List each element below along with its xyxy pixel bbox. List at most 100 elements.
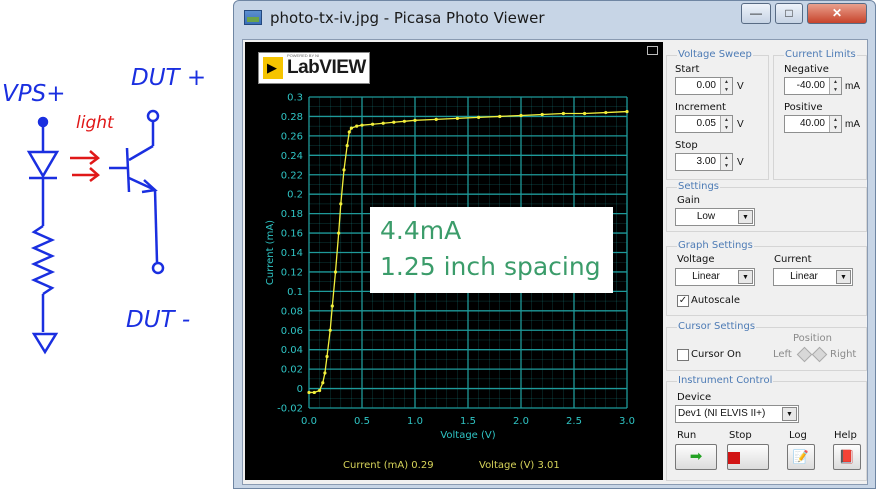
y-tick-label: 0.18 (281, 209, 303, 220)
data-point (477, 115, 481, 120)
stop-button[interactable] (727, 444, 769, 470)
data-point (339, 202, 343, 206)
y-tick-label: 0.14 (281, 248, 303, 259)
cursor-on-checkbox[interactable] (677, 349, 689, 361)
light-label: light (76, 113, 115, 133)
data-point (360, 123, 364, 127)
graph-resize-icon[interactable] (647, 46, 658, 55)
light-arrows (70, 150, 100, 182)
positive-spinner[interactable]: ▲ ▼ (829, 116, 841, 132)
y-tick-label: 0.06 (281, 326, 303, 337)
cursor-settings-group: Cursor Settings Cursor On Position Left … (666, 321, 867, 371)
autoscale-checkbox[interactable]: ✓ (677, 295, 689, 307)
data-point (337, 231, 341, 235)
device-label: Device (677, 392, 712, 403)
close-button[interactable]: ✕ (807, 3, 867, 24)
data-point (321, 381, 325, 385)
start-spinner[interactable]: ▲ ▼ (720, 78, 732, 94)
hand-drawn-schematic: VPS+ light DUT + DUT - (2, 65, 206, 355)
run-button[interactable]: ➡ (675, 444, 717, 470)
data-point (349, 126, 353, 130)
chevron-down-icon[interactable]: ▼ (738, 210, 753, 224)
annotation-box: 4.4mA 1.25 inch spacing (370, 207, 613, 293)
y-tick-label: 0.12 (281, 267, 303, 278)
negative-unit: mA (845, 81, 860, 92)
data-point (312, 390, 316, 395)
labview-logo-text: LabVIEW (287, 57, 366, 78)
data-point (355, 124, 359, 128)
data-point (333, 270, 338, 274)
x-tick-label: 1.0 (407, 416, 423, 427)
chevron-down-icon[interactable]: ▼ (836, 270, 851, 284)
y-tick-label: 0.16 (281, 229, 303, 240)
minimize-button[interactable]: — (741, 3, 771, 24)
negative-spinner[interactable]: ▲ ▼ (829, 78, 841, 94)
cursor-right-button[interactable] (811, 346, 828, 363)
data-point (347, 130, 351, 134)
data-point (583, 111, 587, 116)
stop-label: Stop (729, 430, 752, 441)
run-label: Run (677, 430, 697, 441)
y-axis-label: Current (mA) (265, 220, 276, 285)
window-title: photo-tx-iv.jpg - Picasa Photo Viewer (270, 9, 545, 27)
cursor-left-button[interactable] (796, 346, 813, 363)
maximize-button[interactable]: □ (775, 3, 803, 24)
increment-spinner[interactable]: ▲ ▼ (720, 116, 732, 132)
cursor-current-readout: Current (mA) 0.29 (343, 460, 434, 471)
start-voltage-field[interactable]: 0.00 ▲ ▼ (675, 77, 733, 95)
help-label: Help (834, 430, 857, 441)
start-unit: V (737, 81, 744, 92)
labview-logo: POWERED BY NI LabVIEW (258, 52, 370, 84)
cursor-voltage-readout: Voltage (V) 3.01 (479, 460, 560, 471)
stop-spinner[interactable]: ▲ ▼ (720, 154, 732, 170)
picasa-photo-viewer-window: photo-tx-iv.jpg - Picasa Photo Viewer — … (233, 0, 876, 489)
log-button[interactable]: 📝 (787, 444, 815, 470)
data-point (381, 121, 385, 125)
gain-dropdown[interactable]: Low ▼ (675, 208, 755, 226)
current-scale-label: Current (774, 254, 812, 265)
voltage-scale-label: Voltage (677, 254, 715, 265)
voltage-sweep-group: Voltage Sweep Start 0.00 ▲ ▼ V Increment 0… (666, 49, 769, 180)
data-point (604, 110, 608, 115)
y-tick-label: 0.08 (281, 306, 303, 317)
instrument-control-group: Instrument Control Device Dev1 (NI ELVIS… (666, 375, 867, 481)
y-tick-label: 0.28 (281, 112, 303, 123)
y-tick-label: 0.3 (287, 93, 303, 104)
data-point (345, 143, 349, 148)
gain-label: Gain (677, 195, 700, 206)
picasa-app-icon (244, 10, 262, 25)
increment-field[interactable]: 0.05 ▲ ▼ (675, 115, 733, 133)
chevron-down-icon[interactable]: ▼ (738, 270, 753, 284)
data-point (371, 122, 375, 126)
title-bar[interactable]: photo-tx-iv.jpg - Picasa Photo Viewer — … (234, 1, 875, 35)
data-point (498, 114, 502, 119)
x-tick-label: 3.0 (619, 416, 635, 427)
stop-label: Stop (675, 140, 698, 151)
positive-limit-value: 40.00 (799, 118, 825, 129)
data-point (318, 388, 322, 393)
help-book-icon: 📕 (838, 449, 856, 464)
data-point (455, 116, 459, 120)
current-limits-title: Current Limits (784, 49, 857, 60)
data-point (328, 328, 332, 332)
stop-voltage-value: 3.00 (696, 156, 716, 167)
labview-logo-badge (263, 57, 283, 79)
increment-label: Increment (675, 102, 726, 113)
stop-voltage-field[interactable]: 3.00 ▲ ▼ (675, 153, 733, 171)
voltage-scale-dropdown[interactable]: Linear ▼ (675, 268, 755, 286)
device-dropdown[interactable]: Dev1 (NI ELVIS II+) ▼ (675, 405, 799, 423)
x-tick-label: 0.5 (354, 416, 370, 427)
log-label: Log (789, 430, 807, 441)
help-button[interactable]: 📕 (833, 444, 861, 470)
annotation-line-2: 1.25 inch spacing (380, 252, 601, 281)
chevron-down-icon[interactable]: ▼ (782, 407, 797, 421)
data-point (402, 119, 406, 123)
data-point (325, 354, 329, 359)
y-tick-label: 0.26 (281, 131, 303, 142)
negative-limit-field[interactable]: -40.00 ▲ ▼ (784, 77, 842, 95)
annotation-line-1: 4.4mA (380, 216, 462, 245)
increment-value: 0.05 (696, 118, 716, 129)
log-notepad-icon: 📝 (792, 449, 810, 464)
positive-limit-field[interactable]: 40.00 ▲ ▼ (784, 115, 842, 133)
current-scale-dropdown[interactable]: Linear ▼ (773, 268, 853, 286)
